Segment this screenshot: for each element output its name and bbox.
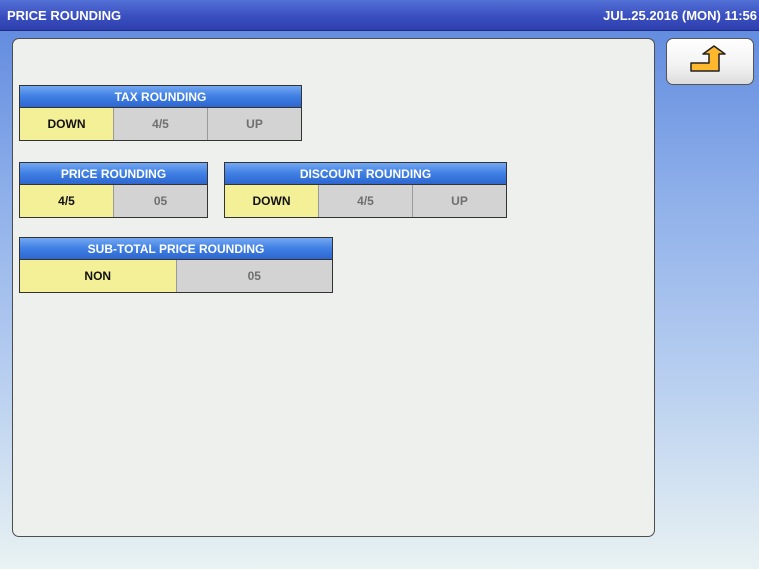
subtotal-rounding-option-non[interactable]: NON <box>20 260 176 292</box>
tax-rounding-header: TAX ROUNDING <box>19 85 302 107</box>
tax-rounding-options: DOWN 4/5 UP <box>19 107 302 141</box>
discount-rounding-option-4-5[interactable]: 4/5 <box>318 185 412 217</box>
price-rounding-option-05[interactable]: 05 <box>113 185 207 217</box>
price-rounding-header: PRICE ROUNDING <box>19 162 208 184</box>
discount-rounding-options: DOWN 4/5 UP <box>224 184 507 218</box>
return-arrow-icon <box>690 45 726 72</box>
title-bar: PRICE ROUNDING JUL.25.2016 (MON) 11:56 <box>0 0 759 31</box>
tax-rounding-group: TAX ROUNDING DOWN 4/5 UP <box>19 85 302 141</box>
page-title: PRICE ROUNDING <box>7 8 122 23</box>
price-rounding-options: 4/5 05 <box>19 184 208 218</box>
tax-rounding-option-down[interactable]: DOWN <box>20 108 113 140</box>
discount-rounding-option-down[interactable]: DOWN <box>225 185 318 217</box>
discount-rounding-group: DISCOUNT ROUNDING DOWN 4/5 UP <box>224 162 507 218</box>
subtotal-rounding-header: SUB-TOTAL PRICE ROUNDING <box>19 237 333 259</box>
subtotal-rounding-option-05[interactable]: 05 <box>175 260 332 292</box>
tax-rounding-option-up[interactable]: UP <box>207 108 301 140</box>
price-rounding-group: PRICE ROUNDING 4/5 05 <box>19 162 208 218</box>
content-panel: TAX ROUNDING DOWN 4/5 UP PRICE ROUNDING … <box>12 38 655 537</box>
back-button[interactable] <box>666 38 754 85</box>
datetime-display: JUL.25.2016 (MON) 11:56 <box>603 8 757 23</box>
price-rounding-option-4-5[interactable]: 4/5 <box>20 185 113 217</box>
subtotal-rounding-group: SUB-TOTAL PRICE ROUNDING NON 05 <box>19 237 333 293</box>
subtotal-rounding-options: NON 05 <box>19 259 333 293</box>
discount-rounding-header: DISCOUNT ROUNDING <box>224 162 507 184</box>
tax-rounding-option-4-5[interactable]: 4/5 <box>113 108 207 140</box>
discount-rounding-option-up[interactable]: UP <box>412 185 506 217</box>
